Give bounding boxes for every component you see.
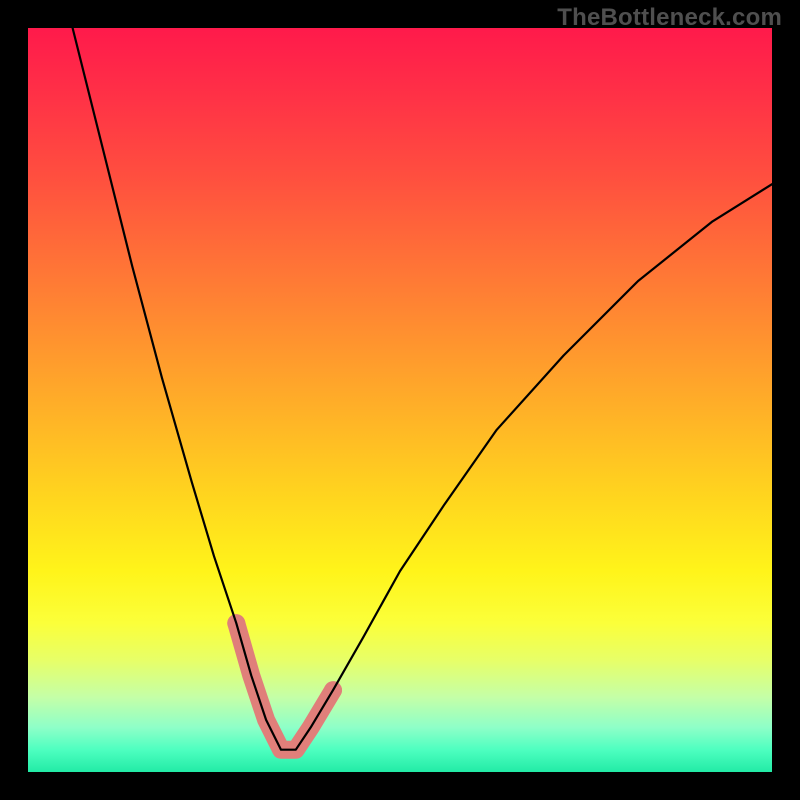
plot-svg — [28, 28, 772, 772]
optimal-range-marker — [236, 623, 333, 750]
chart-frame: TheBottleneck.com — [0, 0, 800, 800]
watermark-text: TheBottleneck.com — [557, 4, 782, 32]
bottleneck-curve — [73, 28, 772, 750]
